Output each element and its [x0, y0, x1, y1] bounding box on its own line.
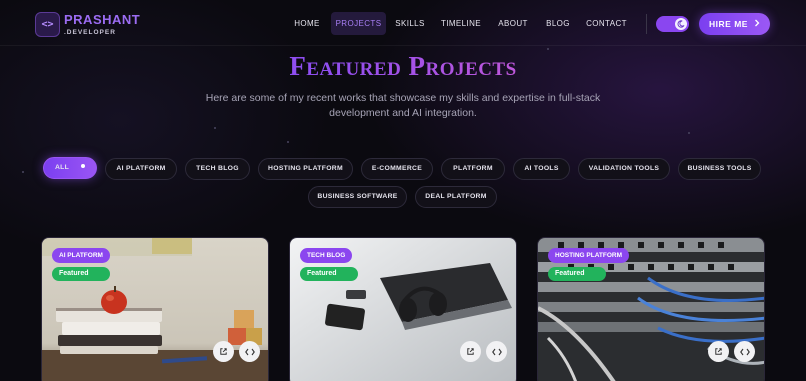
background-particle — [547, 48, 549, 50]
external-link-icon[interactable] — [213, 341, 234, 362]
active-dot-icon — [81, 164, 86, 169]
project-card[interactable]: AI PLATFORM Featured — [41, 237, 269, 381]
nav-item-skills[interactable]: SKILLS — [392, 12, 428, 35]
hire-me-button[interactable]: HIRE ME — [699, 13, 770, 35]
category-badge: AI PLATFORM — [52, 248, 110, 263]
section-title: Featured Projects — [0, 51, 806, 82]
moon-icon — [675, 18, 687, 30]
background-particle — [22, 171, 24, 173]
filter-chip-e-commerce[interactable]: E-COMMERCE — [361, 158, 433, 180]
filter-chip-business-software[interactable]: BUSINESS SOFTWARE — [308, 186, 407, 208]
top-navbar: <> PRASHANT .DEVELOPER HOME PROJECTS SKI… — [0, 0, 806, 46]
nav-divider — [646, 14, 647, 34]
external-link-icon[interactable] — [708, 341, 729, 362]
filter-chip-ai-tools[interactable]: AI TOOLS — [513, 158, 570, 180]
filter-chip-validation-tools[interactable]: VALIDATION TOOLS — [578, 158, 670, 180]
code-icon[interactable] — [239, 341, 260, 362]
brand-name[interactable]: PRASHANT — [64, 12, 140, 27]
filter-chip-platform[interactable]: PLATFORM — [441, 158, 505, 180]
background-particle — [287, 141, 289, 143]
external-link-icon[interactable] — [460, 341, 481, 362]
code-logo-icon[interactable]: <> — [35, 12, 60, 37]
filter-chip-business-tools[interactable]: BUSINESS TOOLS — [678, 158, 761, 180]
category-badge: TECH BLOG — [300, 248, 353, 263]
project-card[interactable]: TECH BLOG Featured — [289, 237, 517, 381]
chevron-right-icon — [754, 19, 760, 29]
featured-badge: Featured — [52, 267, 110, 281]
filter-chip-all[interactable]: ALL — [43, 157, 97, 179]
featured-badge: Featured — [548, 267, 606, 281]
project-card[interactable]: HOSTING PLATFORM Featured — [537, 237, 765, 381]
nav-item-contact[interactable]: CONTACT — [584, 12, 629, 35]
section-subtitle: Here are some of my recent works that sh… — [205, 92, 601, 119]
nav-item-about[interactable]: ABOUT — [494, 12, 532, 35]
nav-item-projects[interactable]: PROJECTS — [331, 12, 386, 35]
nav-item-home[interactable]: HOME — [288, 12, 326, 35]
theme-toggle[interactable] — [656, 16, 689, 32]
hire-me-label: HIRE ME — [709, 19, 748, 29]
filter-chip-ai-platform[interactable]: AI PLATFORM — [105, 158, 177, 180]
nav-item-blog[interactable]: BLOG — [543, 12, 573, 35]
brand-subtitle: .DEVELOPER — [64, 29, 116, 36]
featured-badge: Featured — [300, 267, 358, 281]
background-particle — [214, 127, 216, 129]
background-particle — [688, 132, 690, 134]
filter-chip-hosting-platform[interactable]: HOSTING PLATFORM — [258, 158, 353, 180]
nav-item-timeline[interactable]: TIMELINE — [438, 12, 484, 35]
category-badge: HOSTING PLATFORM — [548, 248, 630, 263]
filter-chip-label: ALL — [54, 164, 70, 171]
code-icon[interactable] — [486, 341, 507, 362]
filter-chip-tech-blog[interactable]: TECH BLOG — [185, 158, 250, 180]
code-icon[interactable] — [734, 341, 755, 362]
filter-chip-deal-platform[interactable]: DEAL PLATFORM — [415, 186, 497, 208]
